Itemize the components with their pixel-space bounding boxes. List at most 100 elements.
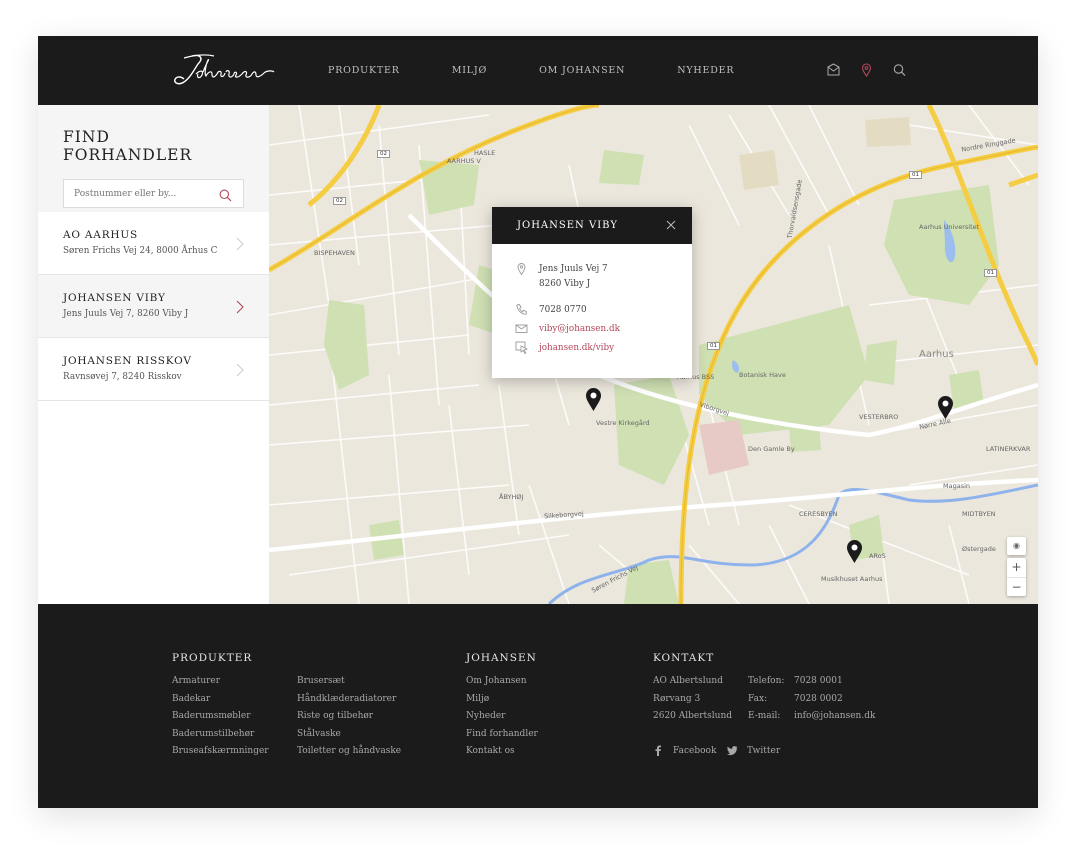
locate-me-button[interactable]: ◉ <box>1007 537 1026 555</box>
chevron-right-icon <box>236 362 244 377</box>
close-icon[interactable] <box>666 220 676 230</box>
map-label: AARHUS V <box>447 157 481 165</box>
footer-johansen-title: JOHANSEN <box>466 652 537 664</box>
site-header: PRODUKTER MILJØ OM JOHANSEN NYHEDER <box>38 36 1038 105</box>
dealer-address: Ravnsøvej 7, 8240 Risskov <box>63 372 182 382</box>
map-pin-johansen-risskov[interactable] <box>846 539 863 564</box>
zoom-in-button[interactable]: + <box>1007 558 1026 578</box>
footer-link[interactable]: Baderumsmøbler <box>172 711 269 729</box>
footer-kontakt-title: KONTAKT <box>653 652 715 664</box>
map-label: Magasin <box>943 482 971 490</box>
popup-city: 8260 Viby J <box>539 279 591 289</box>
map-label: MIDTBYEN <box>962 510 996 518</box>
chevron-right-icon <box>236 236 244 251</box>
johansen-logo[interactable] <box>170 50 280 90</box>
dealer-item-johansen-risskov[interactable]: JOHANSEN RISSKOV Ravnsøvej 7, 8240 Rissk… <box>38 338 269 401</box>
footer-johansen-list: Om Johansen Miljø Nyheder Find forhandle… <box>466 676 538 764</box>
footer-produkter-list-2: Brusersæt Håndklæderadiatorer Riste og t… <box>297 676 401 764</box>
footer-link[interactable]: Stålvaske <box>297 729 401 747</box>
contact-email[interactable]: info@johansen.dk <box>794 711 875 729</box>
page-title: FIND FORHANDLER <box>63 128 193 164</box>
popup-address: Jens Juuls Vej 7 8260 Viby J <box>515 262 608 292</box>
contact-fax: 7028 0002 <box>794 693 843 704</box>
footer-link[interactable]: Armaturer <box>172 676 269 694</box>
popup-web-row: johansen.dk/viby <box>515 341 614 356</box>
map-pin-ao-aarhus[interactable] <box>937 395 954 420</box>
nav-nyheder[interactable]: NYHEDER <box>677 65 734 76</box>
nav-om-johansen[interactable]: OM JOHANSEN <box>539 65 625 76</box>
dealer-name: JOHANSEN VIBY <box>63 292 166 304</box>
map-label: ARoS <box>869 552 886 560</box>
contact-label: Fax: <box>748 693 768 704</box>
header-icons <box>827 62 906 77</box>
road-shield: 01 <box>909 171 922 179</box>
footer-link[interactable]: Badekar <box>172 694 269 712</box>
dealer-item-johansen-viby[interactable]: JOHANSEN VIBY Jens Juuls Vej 7, 8260 Vib… <box>38 275 269 338</box>
search-icon[interactable] <box>893 62 906 77</box>
cursor-click-icon <box>515 341 529 355</box>
contact-label: Telefon: <box>748 676 785 686</box>
mail-icon[interactable] <box>827 62 840 76</box>
map-label: Den Gamle By <box>748 445 795 453</box>
nav-miljo[interactable]: MILJØ <box>452 65 487 76</box>
footer-link[interactable]: Miljø <box>466 694 538 712</box>
location-pin-icon <box>515 262 528 276</box>
footer-link[interactable]: Nyheder <box>466 711 538 729</box>
map-label: Vestre Kirkegård <box>596 419 650 427</box>
popup-email-row: viby@johansen.dk <box>515 322 620 337</box>
footer-link[interactable]: Bruseafskærmninger <box>172 746 269 764</box>
dealer-name: AO AARHUS <box>63 229 138 241</box>
crosshair-icon: ◉ <box>1013 541 1020 550</box>
footer-link[interactable]: Kontakt os <box>466 746 538 764</box>
map-label: CERESBYEN <box>799 510 838 518</box>
footer-link[interactable]: Find forhandler <box>466 729 538 747</box>
map-label: Aarhus <box>919 349 954 360</box>
dealer-name: JOHANSEN RISSKOV <box>63 355 192 367</box>
road-shield: 01 <box>984 269 997 277</box>
zoom-controls: + − <box>1007 558 1026 596</box>
footer-produkter-list-1: Armaturer Badekar Baderumsmøbler Baderum… <box>172 676 269 764</box>
map-label: Botanisk Have <box>739 371 786 379</box>
footer-link[interactable]: Toiletter og håndvaske <box>297 746 401 764</box>
address-line: AO Albertslund <box>653 676 723 686</box>
search-icon[interactable] <box>219 187 232 202</box>
footer-link[interactable]: Brusersæt <box>297 676 401 694</box>
chevron-right-icon <box>236 299 244 314</box>
popup-header: JOHANSEN VIBY <box>492 207 692 244</box>
road-shield: 02 <box>333 197 346 205</box>
phone-icon <box>515 303 528 316</box>
facebook-label: Facebook <box>673 745 717 756</box>
twitter-link[interactable]: Twitter <box>727 745 780 756</box>
popup-phone-row: 7028 0770 <box>515 303 587 318</box>
dealer-item-ao-aarhus[interactable]: AO AARHUS Søren Frichs Vej 24, 8000 Århu… <box>38 212 269 275</box>
main-nav: PRODUKTER MILJØ OM JOHANSEN NYHEDER <box>328 36 786 105</box>
location-pin-icon[interactable] <box>860 62 873 77</box>
contact-label: E-mail: <box>748 711 781 721</box>
popup-phone[interactable]: 7028 0770 <box>539 303 587 318</box>
footer-link[interactable]: Håndklæderadiatorer <box>297 694 401 712</box>
nav-produkter[interactable]: PRODUKTER <box>328 65 400 76</box>
footer-address: AO Albertslund Rørvang 3 2620 Albertslun… <box>653 676 732 729</box>
mail-icon <box>515 322 528 335</box>
address-line: 2620 Albertslund <box>653 711 733 721</box>
sidebar-header: FIND FORHANDLER <box>38 105 269 212</box>
footer-link[interactable]: Riste og tilbehør <box>297 711 401 729</box>
zoom-out-button[interactable]: − <box>1007 578 1026 596</box>
map-label: Østergade <box>962 545 996 553</box>
address-line: Rørvang 3 <box>653 693 701 704</box>
facebook-link[interactable]: Facebook <box>653 745 716 756</box>
footer-link[interactable]: Om Johansen <box>466 676 538 694</box>
popup-title: JOHANSEN VIBY <box>517 220 618 231</box>
map-pin-johansen-viby[interactable] <box>585 387 602 412</box>
dealer-search <box>63 179 244 208</box>
facebook-icon <box>653 745 664 756</box>
footer-link[interactable]: Baderumstilbehør <box>172 729 269 747</box>
popup-email-link[interactable]: viby@johansen.dk <box>539 322 620 337</box>
contact-phone[interactable]: 7028 0001 <box>794 676 875 694</box>
twitter-label: Twitter <box>747 745 781 756</box>
dealer-map[interactable]: AARHUS V HASLE BISPEHAVEN Aarhus VESTERB… <box>269 105 1038 604</box>
map-label: LATINERKVAR <box>986 445 1031 453</box>
popup-web-link[interactable]: johansen.dk/viby <box>539 341 614 356</box>
map-label: VESTERBRO <box>859 413 899 421</box>
dealer-search-input[interactable] <box>64 180 204 207</box>
